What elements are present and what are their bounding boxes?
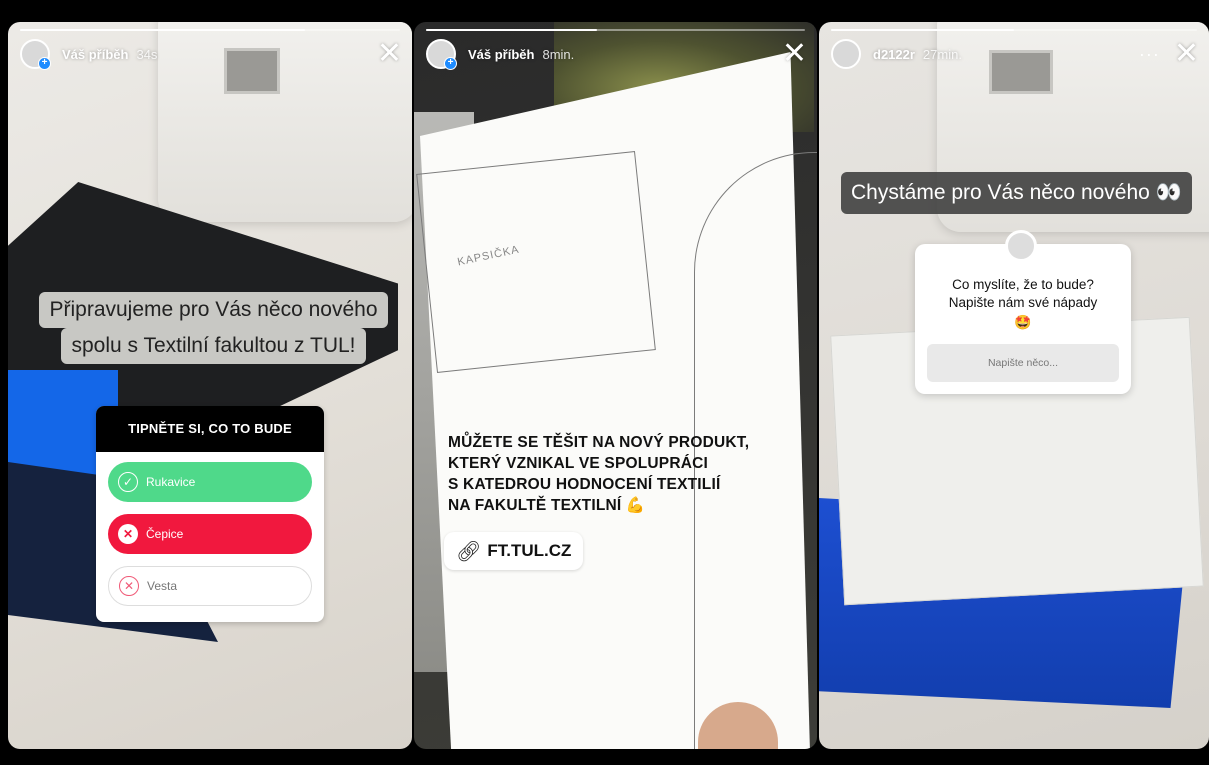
question-line: Napište nám své nápady [948,295,1098,310]
story-panel-2[interactable]: KAPSIČKA + Váš příběh 8min. ✕ MŮŽETE SE … [414,22,817,749]
username[interactable]: Váš příběh [468,47,534,62]
progress-fill [831,29,1014,31]
close-icon[interactable]: ✕ [782,39,807,69]
story-panel-1[interactable]: + Váš příběh 34s ✕ Připravujeme pro Vás … [8,22,412,749]
question-text: Co myslíte, že to bude? Napište nám své … [925,276,1121,312]
cross-icon: ✕ [118,524,138,544]
timestamp: 8min. [542,46,575,62]
option-label: Čepice [146,527,184,541]
question-avatar [1005,230,1037,262]
link-sticker[interactable]: 🔗︎ FT.TUL.CZ [444,532,584,570]
question-line: Co myslíte, že to bude? [952,277,1094,292]
option-label: Vesta [147,579,178,593]
story-header: + Váš příběh 8min. ✕ [426,39,807,70]
caption-line: MŮŽETE SE TĚŠIT NA NOVÝ PRODUKT, [448,434,750,451]
story-progress-bar [426,29,805,31]
story-caption: MŮŽETE SE TĚŠIT NA NOVÝ PRODUKT, KTERÝ V… [448,432,788,516]
cross-icon: ✕ [119,576,139,596]
question-sticker: Co myslíte, že to bude? Napište nám své … [915,230,1131,394]
answer-input[interactable]: Napište něco... [927,344,1119,382]
more-icon[interactable]: ··· [1139,44,1160,65]
caption-line: NA FAKULTĚ TEXTILNÍ 💪 [448,497,646,514]
pocket-sketch [416,151,656,373]
avatar[interactable]: + [426,39,457,70]
timestamp: 27min. [922,46,962,62]
stories-viewer: + Váš příběh 34s ✕ Připravujeme pro Vás … [0,0,1209,765]
avatar[interactable]: + [20,39,51,70]
timestamp: 34s [136,46,158,62]
story-caption: Chystáme pro Vás něco nového 👀 [841,172,1192,214]
caption-line: S KATEDROU HODNOCENÍ TEXTILIÍ [448,476,721,493]
story-header: d2122r 27min. ··· ✕ [831,39,1199,69]
quiz-option-wrong[interactable]: ✕ Čepice [108,514,312,554]
avatar[interactable] [831,39,861,69]
username[interactable]: d2122r [873,47,915,62]
link-label: FT.TUL.CZ [487,541,572,560]
add-icon: + [38,57,51,70]
quiz-title: TIPNĚTE SI, CO TO BUDE [96,406,324,452]
option-label: Rukavice [146,475,196,489]
close-icon[interactable]: ✕ [377,39,402,69]
quiz-sticker: TIPNĚTE SI, CO TO BUDE ✓ Rukavice ✕ Čepi… [96,406,324,622]
caption-line: KTERÝ VZNIKAL VE SPOLUPRÁCI [448,455,709,472]
star-struck-emoji: 🤩 [1014,314,1032,330]
quiz-option-correct[interactable]: ✓ Rukavice [108,462,312,502]
story-panel-3[interactable]: d2122r 27min. ··· ✕ Chystáme pro Vás něc… [819,22,1209,749]
caption-line: Připravujeme pro Vás něco nového [39,292,388,328]
story-progress-bar [20,29,400,31]
story-progress-bar [831,29,1197,31]
story-caption: Připravujeme pro Vás něco nového spolu s… [36,292,391,364]
caption-line: spolu s Textilní fakultou z TUL! [61,328,366,364]
link-icon: 🔗︎ [456,540,482,563]
close-icon[interactable]: ✕ [1174,39,1199,69]
progress-fill [20,29,305,31]
add-icon: + [444,57,457,70]
check-icon: ✓ [118,472,138,492]
progress-fill [426,29,597,31]
username[interactable]: Váš příběh [62,47,128,62]
story-header: + Váš příběh 34s ✕ [20,39,402,70]
quiz-option-neutral[interactable]: ✕ Vesta [108,566,312,606]
